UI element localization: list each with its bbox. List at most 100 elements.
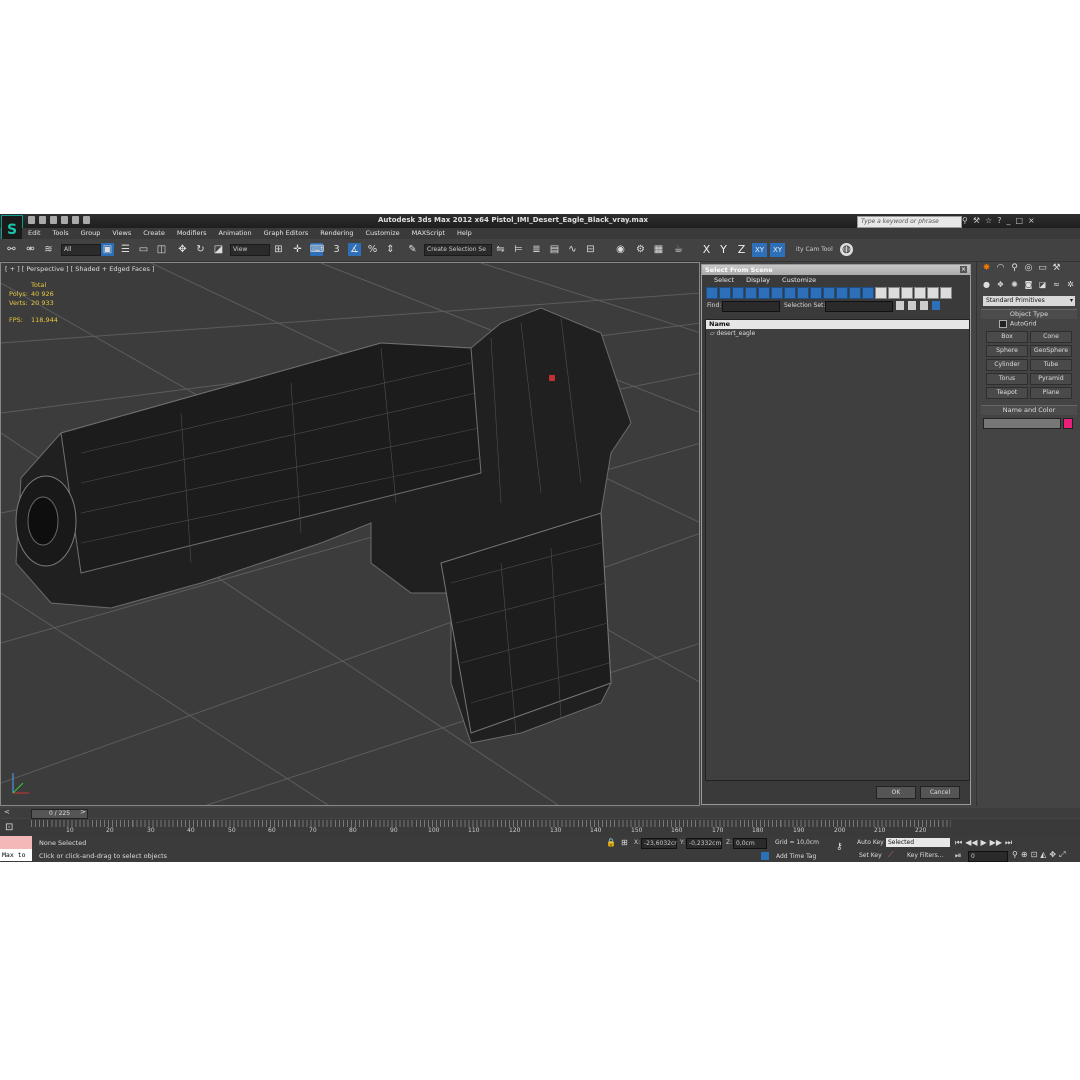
dialog-close-icon[interactable]: ×: [960, 266, 967, 273]
display-frozen-icon[interactable]: [836, 287, 848, 299]
sync-selection-icon[interactable]: [901, 287, 913, 299]
select-link-icon[interactable]: ⚯: [5, 243, 18, 256]
set-key-button[interactable]: Set Key: [859, 852, 882, 859]
help-icon[interactable]: ?: [997, 217, 1001, 225]
axis-xy-cycle-button[interactable]: XY: [770, 243, 785, 257]
display-none-icon[interactable]: [875, 287, 887, 299]
filter-options-icon[interactable]: [940, 287, 952, 299]
tools-icon[interactable]: ⚒: [973, 217, 980, 225]
menu-create[interactable]: Create: [137, 228, 171, 239]
zoom-extents-icon[interactable]: ⊡: [1031, 850, 1038, 860]
dialog-menu-customize[interactable]: Customize: [776, 275, 822, 286]
display-shapes-icon[interactable]: [719, 287, 731, 299]
layer-manager-icon[interactable]: ≣: [530, 243, 543, 256]
play-icon[interactable]: ▶: [981, 838, 987, 848]
new-file-icon[interactable]: [28, 216, 35, 224]
cylinder-button[interactable]: Cylinder: [986, 359, 1028, 371]
set-key-mode-icon[interactable]: ⟋: [888, 850, 894, 860]
open-file-icon[interactable]: [39, 216, 46, 224]
edit-named-selection-icon[interactable]: ✎: [406, 243, 419, 256]
shapes-icon[interactable]: ❖: [995, 279, 1006, 290]
menu-modifiers[interactable]: Modifiers: [171, 228, 213, 239]
perspective-viewport[interactable]: [ + ] [ Perspective ] [ Shaded + Edged F…: [0, 262, 700, 806]
track-bar[interactable]: ⊡ 10 20 30 40 50 60 70 80 90 100 110 120…: [0, 819, 1080, 836]
motion-tab-icon[interactable]: ◎: [1023, 263, 1034, 274]
maxscript-listener-output[interactable]: [0, 836, 32, 849]
filter-icon[interactable]: [927, 287, 939, 299]
teapot-button[interactable]: Teapot: [986, 387, 1028, 399]
display-spacewarps-icon[interactable]: [771, 287, 783, 299]
select-all-icon[interactable]: [896, 301, 904, 310]
sphere-button[interactable]: Sphere: [986, 345, 1028, 357]
zoom-icon[interactable]: ⚲: [1012, 850, 1018, 860]
previous-key-icon[interactable]: ◀◀: [965, 838, 977, 848]
reference-coordinate-dropdown[interactable]: View: [230, 244, 270, 256]
lights-icon[interactable]: ✺: [1009, 279, 1020, 290]
field-of-view-icon[interactable]: ◭: [1040, 850, 1046, 860]
rendered-frame-window-icon[interactable]: ▦: [652, 243, 665, 256]
prev-frame-icon[interactable]: <: [4, 808, 10, 816]
display-tab-icon[interactable]: ▭: [1037, 263, 1048, 274]
cone-button[interactable]: Cone: [1030, 331, 1072, 343]
snaps-toggle-icon[interactable]: 3: [330, 243, 343, 256]
menu-tools[interactable]: Tools: [47, 228, 75, 239]
pistol-wireframe[interactable]: [15, 307, 632, 744]
axis-z-button[interactable]: Z: [734, 243, 749, 257]
object-name-input[interactable]: [983, 418, 1061, 429]
key-mode-toggle-icon[interactable]: ⏯: [955, 851, 961, 861]
save-file-icon[interactable]: [50, 216, 57, 224]
lock-icon[interactable]: 🔒: [606, 838, 616, 847]
binoculars-icon[interactable]: ⚲: [962, 217, 968, 225]
display-geometry-icon[interactable]: [706, 287, 718, 299]
display-invert-icon[interactable]: [888, 287, 900, 299]
y-coordinate-input[interactable]: -0,2332cm: [686, 838, 722, 849]
display-hidden-icon[interactable]: [849, 287, 861, 299]
display-all-icon[interactable]: [862, 287, 874, 299]
select-manipulate-icon[interactable]: ✛: [291, 243, 304, 256]
menu-customize[interactable]: Customize: [359, 228, 405, 239]
utilities-tab-icon[interactable]: ⚒: [1051, 263, 1062, 274]
menu-views[interactable]: Views: [106, 228, 137, 239]
key-mode-dropdown[interactable]: Selected: [886, 838, 950, 847]
keyboard-shortcut-override-icon[interactable]: ⌨: [310, 243, 324, 256]
display-bones-icon[interactable]: [810, 287, 822, 299]
list-item[interactable]: ▱ desert_eagle: [706, 329, 969, 339]
select-by-name-icon[interactable]: ☰: [119, 243, 132, 256]
window-crossing-icon[interactable]: ◫: [155, 243, 168, 256]
key-icon[interactable]: ⚷: [836, 842, 843, 852]
bind-spacewarp-icon[interactable]: ≋: [42, 243, 55, 256]
display-xrefs-icon[interactable]: [797, 287, 809, 299]
move-icon[interactable]: ✥: [176, 243, 189, 256]
minimize-icon[interactable]: _: [1006, 217, 1010, 225]
ok-button[interactable]: OK: [876, 786, 916, 799]
curve-editor-icon[interactable]: ∿: [566, 243, 579, 256]
selection-set-dropdown[interactable]: [825, 301, 893, 312]
graphite-ribbon-icon[interactable]: ▤: [548, 243, 561, 256]
menu-maxscript[interactable]: MAXScript: [406, 228, 451, 239]
render-production-icon[interactable]: ☕: [672, 243, 685, 256]
select-object-icon[interactable]: ▣: [101, 243, 114, 256]
create-tab-icon[interactable]: ✸: [981, 263, 992, 274]
cam-tool-icon[interactable]: ◍: [840, 243, 853, 256]
project-folder-icon[interactable]: [83, 216, 90, 224]
menu-group[interactable]: Group: [75, 228, 107, 239]
zoom-all-icon[interactable]: ⊕: [1021, 850, 1028, 860]
dialog-menu-display[interactable]: Display: [740, 275, 776, 286]
current-frame-input[interactable]: 0: [968, 851, 1008, 862]
maximize-viewport-icon[interactable]: ⤢: [1059, 850, 1065, 860]
next-frame-icon[interactable]: >: [80, 808, 86, 816]
axis-x-button[interactable]: X: [699, 243, 714, 257]
mini-curve-editor-icon[interactable]: ⊡: [5, 822, 13, 833]
geosphere-button[interactable]: GeoSphere: [1030, 345, 1072, 357]
display-groups-icon[interactable]: [784, 287, 796, 299]
cameras-icon[interactable]: ◙: [1023, 279, 1034, 290]
menu-edit[interactable]: Edit: [22, 228, 47, 239]
keyword-search-input[interactable]: Type a keyword or phrase: [857, 216, 962, 228]
name-and-color-rollout[interactable]: Name and Color: [981, 405, 1077, 415]
material-editor-icon[interactable]: ◉: [614, 243, 627, 256]
rotate-icon[interactable]: ↻: [194, 243, 207, 256]
find-input[interactable]: [722, 301, 780, 312]
helpers-icon[interactable]: ◪: [1037, 279, 1048, 290]
display-lights-icon[interactable]: [732, 287, 744, 299]
angle-snap-icon[interactable]: ∡: [348, 243, 361, 256]
